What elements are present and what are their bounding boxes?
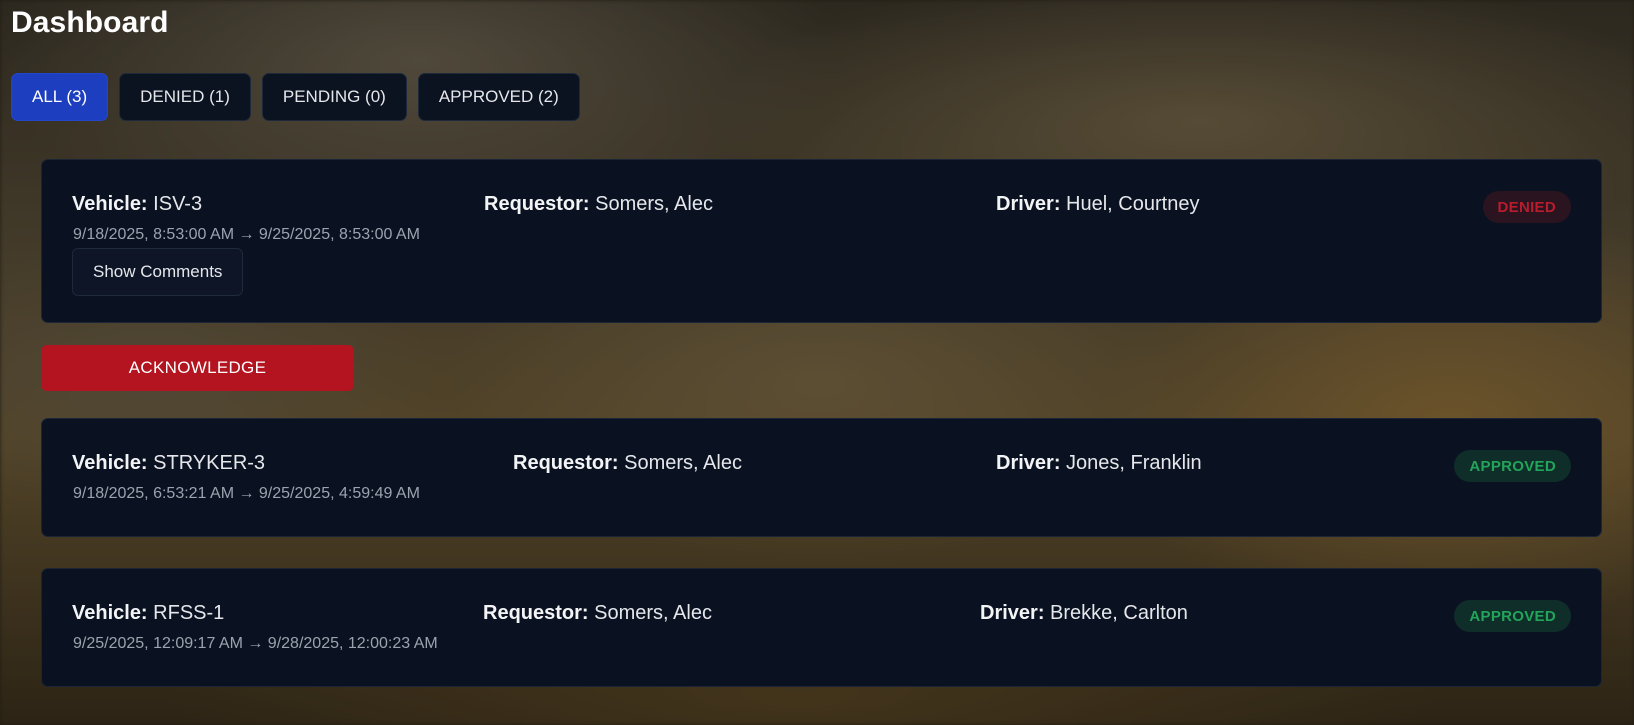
vehicle-field: Vehicle: STRYKER-3 [72,452,265,475]
requestor-label: Requestor: [513,452,619,474]
requestor-field: Requestor: Somers, Alec [484,193,713,216]
date-range: 9/18/2025, 8:53:00 AM → 9/25/2025, 8:53:… [73,226,420,243]
requestor-field: Requestor: Somers, Alec [513,452,742,475]
requestor-value: Somers, Alec [595,193,713,215]
requestor-field: Requestor: Somers, Alec [483,602,712,625]
vehicle-field: Vehicle: ISV-3 [72,193,202,216]
requestor-label: Requestor: [483,602,589,624]
status-badge: APPROVED [1454,450,1571,482]
requestor-label: Requestor: [484,193,590,215]
requestor-value: Somers, Alec [624,452,742,474]
filter-all-button[interactable]: ALL (3) [11,73,109,121]
status-filter-tabs: ALL (3) DENIED (1) PENDING (0) APPROVED … [11,73,580,121]
driver-label: Driver: [980,602,1045,624]
request-card: Vehicle: RFSS-1 Requestor: Somers, Alec … [41,568,1602,687]
vehicle-value: ISV-3 [153,193,203,215]
dashboard-page: Dashboard ALL (3) DENIED (1) PENDING (0)… [0,0,1634,725]
status-badge: APPROVED [1454,600,1571,632]
date-range: 9/25/2025, 12:09:17 AM → 9/28/2025, 12:0… [73,635,438,652]
filter-pending-button[interactable]: PENDING (0) [261,73,407,121]
driver-label: Driver: [996,193,1061,215]
driver-field: Driver: Jones, Franklin [996,452,1202,475]
driver-value: Huel, Courtney [1066,193,1200,215]
vehicle-label: Vehicle: [72,193,148,215]
driver-field: Driver: Huel, Courtney [996,193,1199,216]
vehicle-value: RFSS-1 [153,602,225,624]
driver-field: Driver: Brekke, Carlton [980,602,1188,625]
driver-value: Jones, Franklin [1066,452,1202,474]
show-comments-button[interactable]: Show Comments [72,248,244,296]
filter-approved-button[interactable]: APPROVED (2) [417,73,580,121]
request-card: Vehicle: STRYKER-3 Requestor: Somers, Al… [41,418,1602,537]
date-range: 9/18/2025, 6:53:21 AM → 9/25/2025, 4:59:… [73,485,420,502]
driver-value: Brekke, Carlton [1050,602,1188,624]
vehicle-value: STRYKER-3 [153,452,266,474]
page-title: Dashboard [11,6,169,39]
driver-label: Driver: [996,452,1061,474]
vehicle-field: Vehicle: RFSS-1 [72,602,224,625]
status-badge: DENIED [1482,191,1571,223]
request-card: Vehicle: ISV-3 Requestor: Somers, Alec D… [41,159,1602,323]
vehicle-label: Vehicle: [72,602,148,624]
requestor-value: Somers, Alec [594,602,712,624]
vehicle-label: Vehicle: [72,452,148,474]
filter-denied-button[interactable]: DENIED (1) [119,73,251,121]
acknowledge-button[interactable]: ACKNOWLEDGE [41,345,354,391]
